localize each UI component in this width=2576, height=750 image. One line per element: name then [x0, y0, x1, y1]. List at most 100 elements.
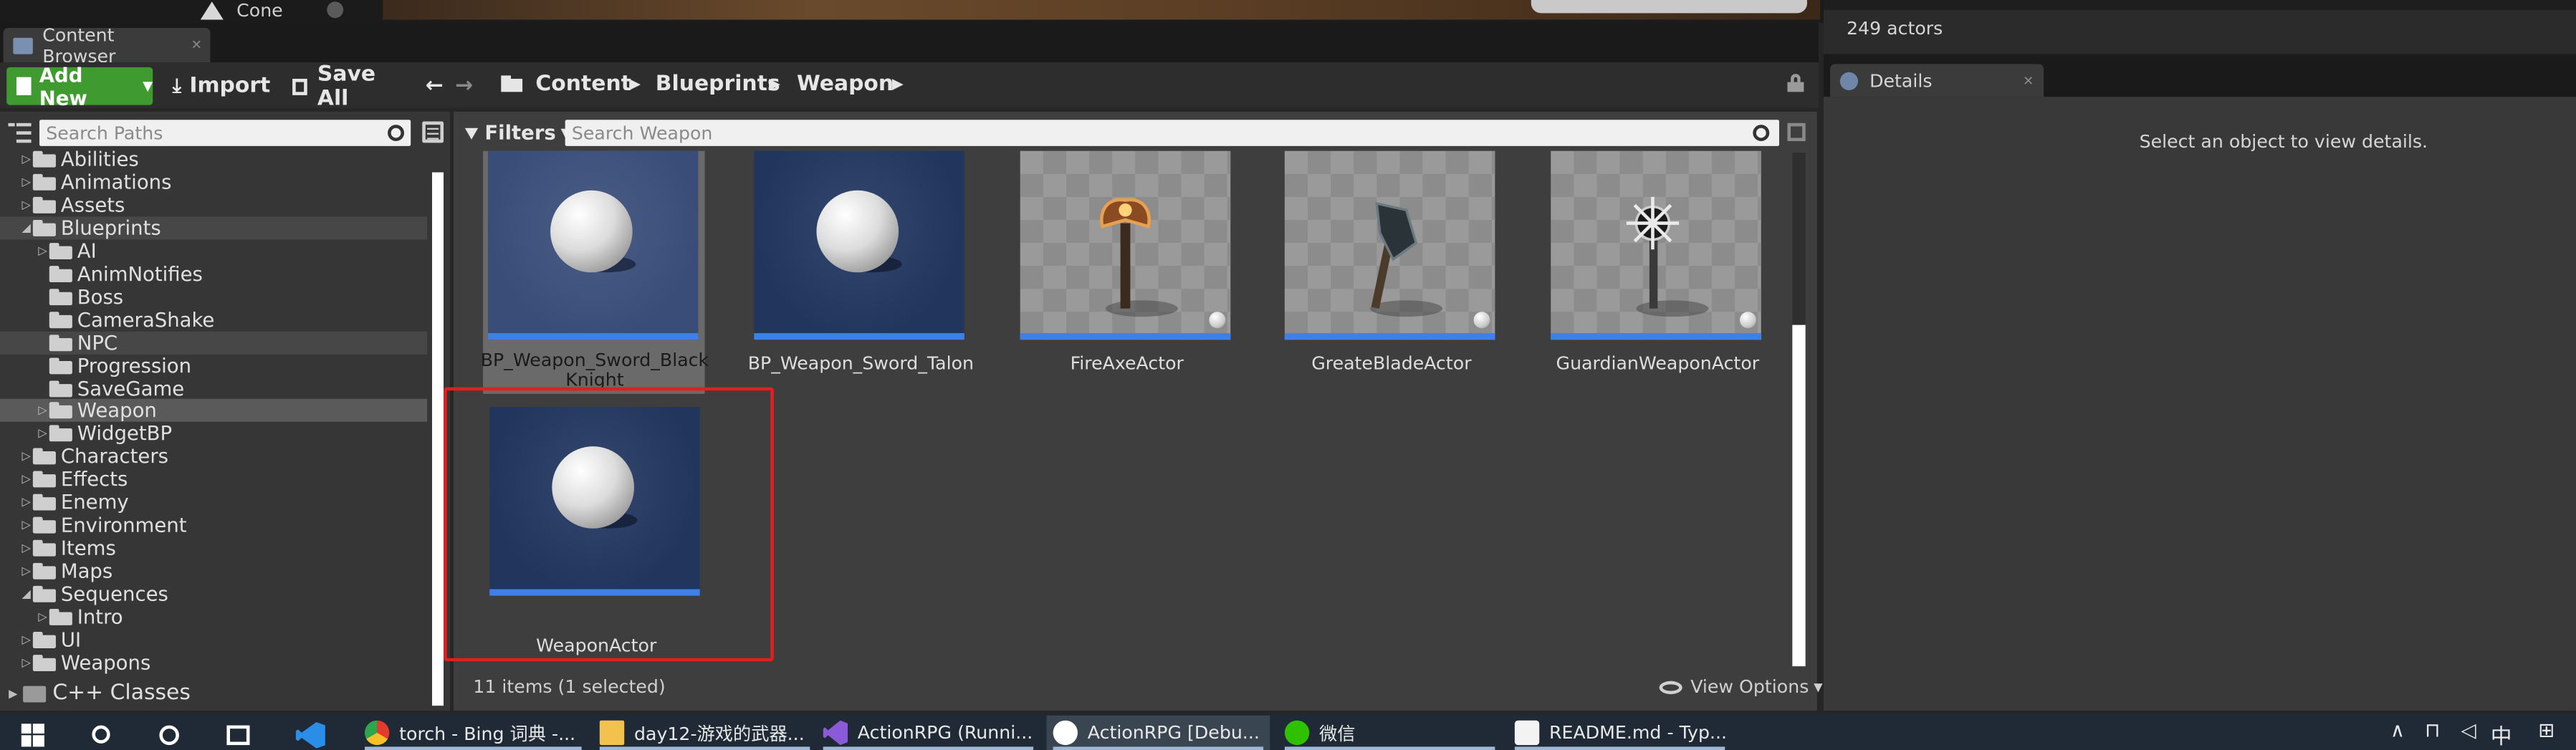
tree-item-savegame[interactable]: SaveGame: [0, 377, 427, 400]
collapse-tree-icon[interactable]: [8, 122, 32, 143]
asset-thumbnail[interactable]: [487, 150, 699, 340]
tree-scrollbar[interactable]: [431, 172, 444, 706]
content-folder-icon[interactable]: [501, 75, 523, 92]
tree-item-items[interactable]: ▷ Items: [0, 537, 427, 559]
tree-item-ai[interactable]: ▷ AI: [0, 239, 427, 262]
tree-item-widgetbp[interactable]: ▷ WidgetBP: [0, 423, 427, 446]
view-options-button[interactable]: View Options ▼: [1659, 676, 1823, 698]
asset-thumbnail[interactable]: [754, 150, 964, 340]
back-button[interactable]: ←: [426, 72, 444, 100]
taskbar-app[interactable]: ActionRPG [Debu...: [1046, 715, 1270, 750]
search-paths-input[interactable]: Search Paths: [39, 120, 411, 146]
expand-arrow-icon[interactable]: ▷: [36, 239, 49, 262]
taskbar-app[interactable]: 微信: [1278, 716, 1502, 750]
network-icon[interactable]: ⊓: [2425, 718, 2440, 741]
asset-tile[interactable]: GreateBladeActor: [1284, 150, 1498, 398]
expand-arrow-icon[interactable]: ▷: [20, 170, 33, 193]
tree-item-abilities[interactable]: ▷ Abilities: [0, 148, 427, 170]
forward-button[interactable]: →: [455, 72, 473, 100]
breadcrumb-separator-icon[interactable]: ▶: [769, 77, 780, 105]
lock-icon[interactable]: [1787, 74, 1804, 92]
collapse-arrow-icon[interactable]: ◢: [20, 216, 33, 239]
path-view-options-icon[interactable]: [422, 121, 444, 143]
expand-arrow-icon[interactable]: ▷: [20, 491, 33, 514]
tree-item-animnotifies[interactable]: AnimNotifies: [0, 262, 427, 285]
tray-chevron-icon[interactable]: ∧: [2390, 718, 2405, 741]
tree-item-assets[interactable]: ▷ Assets: [0, 193, 427, 216]
save-all-button[interactable]: Save All: [292, 62, 401, 111]
close-icon[interactable]: ✕: [2023, 73, 2034, 88]
taskbar-app[interactable]: torch - Bing 词典 -...: [358, 716, 588, 750]
expand-arrow-icon[interactable]: ▷: [36, 423, 49, 446]
collapse-arrow-icon[interactable]: ◢: [20, 582, 33, 605]
expand-arrow-icon[interactable]: ▷: [20, 628, 33, 651]
expand-arrow-icon[interactable]: ▷: [20, 193, 33, 216]
tree-item-environment[interactable]: ▷ Environment: [0, 514, 427, 537]
asset-thumbnail[interactable]: [1284, 150, 1495, 340]
breadcrumb-separator-icon[interactable]: ▶: [629, 77, 641, 105]
volume-icon[interactable]: ◁: [2461, 718, 2476, 741]
asset-scrollbar-thumb[interactable]: [1792, 324, 1806, 667]
import-button[interactable]: ⤓ Import: [172, 67, 271, 105]
tree-item-intro[interactable]: ▷ Intro: [0, 605, 427, 628]
ime-grid-icon[interactable]: ⊞: [2538, 718, 2555, 741]
task-view-icon[interactable]: [226, 725, 250, 746]
search-assets-input[interactable]: Search Weapon: [565, 120, 1779, 146]
tree-item-effects[interactable]: ▷ Effects: [0, 468, 427, 491]
cortana-icon[interactable]: [159, 725, 179, 746]
asset-tile[interactable]: FireAxeActor: [1020, 150, 1234, 398]
tree-item-camerashake[interactable]: CameraShake: [0, 308, 427, 331]
expand-arrow-icon[interactable]: ▷: [20, 468, 33, 491]
breadcrumb-content[interactable]: Content: [535, 72, 631, 100]
breadcrumb-blueprints[interactable]: Blueprints: [656, 72, 780, 100]
no-arrow: [36, 308, 49, 331]
asset-tile[interactable]: BP_Weapon_Sword_Talon: [748, 150, 974, 398]
taskbar-app[interactable]: ActionRPG (Runni...: [816, 716, 1040, 750]
tree-item-cpp-classes[interactable]: ▶ C++ Classes: [6, 681, 191, 706]
taskbar-app[interactable]: README.md - Typ...: [1508, 716, 1732, 750]
tree-item-label: Environment: [60, 514, 187, 537]
expand-arrow-icon[interactable]: ▷: [20, 446, 33, 468]
expand-arrow-icon[interactable]: ▷: [20, 148, 33, 170]
expand-arrow-icon[interactable]: ▷: [36, 400, 49, 423]
tree-item-weapon[interactable]: ▷ Weapon: [0, 399, 428, 423]
filters-button[interactable]: Filters ▼: [464, 118, 570, 148]
viewport-control[interactable]: [1531, 0, 1807, 14]
asset-tile[interactable]: BP_Weapon_Sword_Black Knight: [481, 150, 709, 398]
tree-item-weapons[interactable]: ▷ Weapons: [0, 651, 427, 674]
tab-content-browser[interactable]: Content Browser ✕: [3, 24, 211, 67]
tree-item-animations[interactable]: ▷ Animations: [0, 170, 427, 193]
breadcrumb-separator-icon[interactable]: ▶: [892, 77, 904, 105]
asset-thumbnail[interactable]: [1551, 150, 1761, 340]
breadcrumb-weapon[interactable]: Weapon: [797, 72, 894, 100]
taskbar-app[interactable]: day12-游戏的武器...: [593, 716, 817, 750]
close-icon[interactable]: ✕: [191, 38, 202, 53]
tree-item-enemy[interactable]: ▷ Enemy: [0, 491, 427, 514]
tree-item-boss[interactable]: Boss: [0, 285, 427, 308]
expand-arrow-icon[interactable]: ▷: [36, 605, 49, 628]
expand-arrow-icon[interactable]: ▷: [20, 514, 33, 537]
tree-item-label: UI: [60, 628, 82, 652]
expand-arrow-icon[interactable]: ▶: [6, 682, 19, 705]
actor-type-icon: [1209, 312, 1226, 329]
tab-details[interactable]: Details ✕: [1830, 64, 2044, 97]
expand-arrow-icon[interactable]: ▷: [20, 537, 33, 559]
tree-item-sequences[interactable]: ◢ Sequences: [0, 582, 427, 605]
save-search-icon[interactable]: [1787, 122, 1806, 142]
tree-item-ui[interactable]: ▷ UI: [0, 628, 427, 651]
windows-start-icon[interactable]: [21, 723, 44, 747]
expand-arrow-icon[interactable]: ▷: [20, 559, 33, 582]
tree-item-maps[interactable]: ▷ Maps: [0, 559, 427, 582]
expand-arrow-icon[interactable]: ▷: [20, 651, 33, 674]
tree-item-npc[interactable]: NPC: [0, 330, 428, 354]
tree-item-progression[interactable]: Progression: [0, 354, 427, 377]
add-new-button[interactable]: Add New ▼: [6, 63, 153, 109]
asset-tile[interactable]: GuardianWeaponActor: [1551, 150, 1764, 398]
place-item-cone[interactable]: Cone: [194, 0, 350, 21]
asset-thumbnail[interactable]: [1020, 150, 1231, 340]
input-language[interactable]: 中: [2491, 718, 2512, 750]
tree-item-blueprints[interactable]: ◢ Blueprints: [0, 216, 428, 240]
search-icon[interactable]: [92, 725, 110, 744]
tree-item-characters[interactable]: ▷ Characters: [0, 446, 427, 468]
import-icon: ⤓: [172, 74, 181, 97]
